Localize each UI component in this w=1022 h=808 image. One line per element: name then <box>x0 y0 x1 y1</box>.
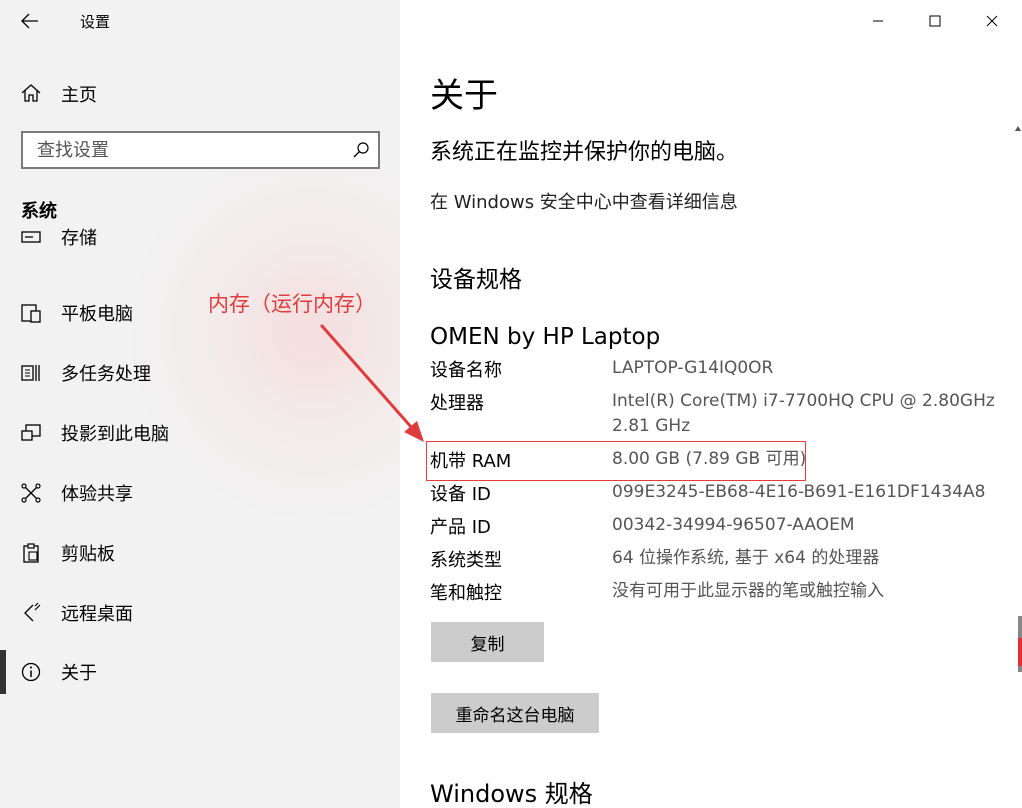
spec-key: 系统类型 <box>430 550 502 571</box>
device-model: OMEN by HP Laptop <box>430 324 661 350</box>
maximize-button[interactable] <box>907 0 963 42</box>
security-center-link[interactable]: 在 Windows 安全中心中查看详细信息 <box>430 188 738 214</box>
multitasking-icon <box>21 365 40 381</box>
search-box[interactable] <box>21 131 380 169</box>
tablet-icon <box>21 304 41 323</box>
rename-pc-button[interactable]: 重命名这台电脑 <box>431 693 599 733</box>
annotation-label: 内存（运行内存） <box>208 292 376 316</box>
sidebar-item-share[interactable]: 体验共享 <box>0 465 400 521</box>
sidebar-item-label: 主页 <box>61 85 97 106</box>
sidebar-item-about[interactable]: 关于 <box>0 644 400 700</box>
scrollbar[interactable] <box>1015 42 1022 808</box>
storage-icon <box>21 231 41 243</box>
info-icon <box>21 662 41 682</box>
title-bar: 设置 <box>0 0 400 42</box>
spec-value: Intel(R) Core(TM) i7-7700HQ CPU @ 2.80GH… <box>612 391 995 436</box>
spec-key: 设备 ID <box>430 484 491 505</box>
back-arrow-icon <box>21 13 38 29</box>
spec-value: 64 位操作系统, 基于 x64 的处理器 <box>612 548 880 568</box>
close-button[interactable] <box>964 0 1020 42</box>
spec-value: LAPTOP-G14IQ0OR <box>612 358 774 378</box>
close-icon <box>986 15 998 27</box>
sidebar-item-storage[interactable]: 存储 <box>0 226 400 265</box>
protection-status: 系统正在监控并保护你的电脑。 <box>430 140 739 165</box>
scroll-marker <box>1018 638 1022 666</box>
spec-key: 处理器 <box>430 393 484 414</box>
page-title: 关于 <box>430 76 498 116</box>
maximize-icon <box>929 15 941 27</box>
spec-key: 笔和触控 <box>430 583 502 604</box>
search-input[interactable] <box>23 133 343 167</box>
sidebar-item-label: 远程桌面 <box>61 604 133 625</box>
remote-desktop-icon <box>24 602 41 622</box>
sidebar: 设置 主页 系统 存储 平板电脑 <box>0 0 400 808</box>
spec-value: 00342-34994-96507-AAOEM <box>612 515 855 535</box>
sidebar-item-multitasking[interactable]: 多任务处理 <box>0 345 400 401</box>
home-icon <box>21 84 41 102</box>
scroll-up-arrow[interactable] <box>1015 126 1021 131</box>
app-title: 设置 <box>80 13 111 31</box>
sidebar-item-label: 关于 <box>61 663 97 684</box>
annotation-highlight-box <box>426 441 806 481</box>
content-pane: 关于 系统正在监控并保护你的电脑。 在 Windows 安全中心中查看详细信息 … <box>400 0 1022 808</box>
sidebar-item-label: 平板电脑 <box>61 304 133 325</box>
windows-spec-heading: Windows 规格 <box>430 780 593 808</box>
spec-value: 099E3245-EB68-4E16-B691-E161DF1434A8 <box>612 482 986 502</box>
spec-key: 产品 ID <box>430 517 491 538</box>
sidebar-item-project[interactable]: 投影到此电脑 <box>0 405 400 461</box>
sidebar-item-label: 体验共享 <box>61 484 133 505</box>
back-button[interactable] <box>14 6 46 36</box>
sidebar-item-clipboard[interactable]: 剪贴板 <box>0 525 400 581</box>
spec-key: 设备名称 <box>430 360 502 381</box>
spec-value: 没有可用于此显示器的笔或触控输入 <box>612 581 884 601</box>
project-icon <box>21 424 41 441</box>
share-icon <box>21 483 41 503</box>
section-title: 系统 <box>21 201 57 222</box>
minimize-button[interactable] <box>850 0 906 42</box>
minimize-icon <box>873 20 883 22</box>
search-icon[interactable] <box>352 141 370 159</box>
sidebar-item-label: 多任务处理 <box>61 364 151 385</box>
sidebar-item-label: 存储 <box>61 228 97 249</box>
sidebar-item-label: 投影到此电脑 <box>61 424 169 445</box>
sidebar-item-remote-desktop[interactable]: 远程桌面 <box>0 585 400 641</box>
device-spec-heading: 设备规格 <box>430 267 522 293</box>
sidebar-item-home[interactable]: 主页 <box>0 72 400 114</box>
copy-button[interactable]: 复制 <box>431 622 544 662</box>
sidebar-item-label: 剪贴板 <box>61 544 115 565</box>
clipboard-icon <box>23 543 39 563</box>
